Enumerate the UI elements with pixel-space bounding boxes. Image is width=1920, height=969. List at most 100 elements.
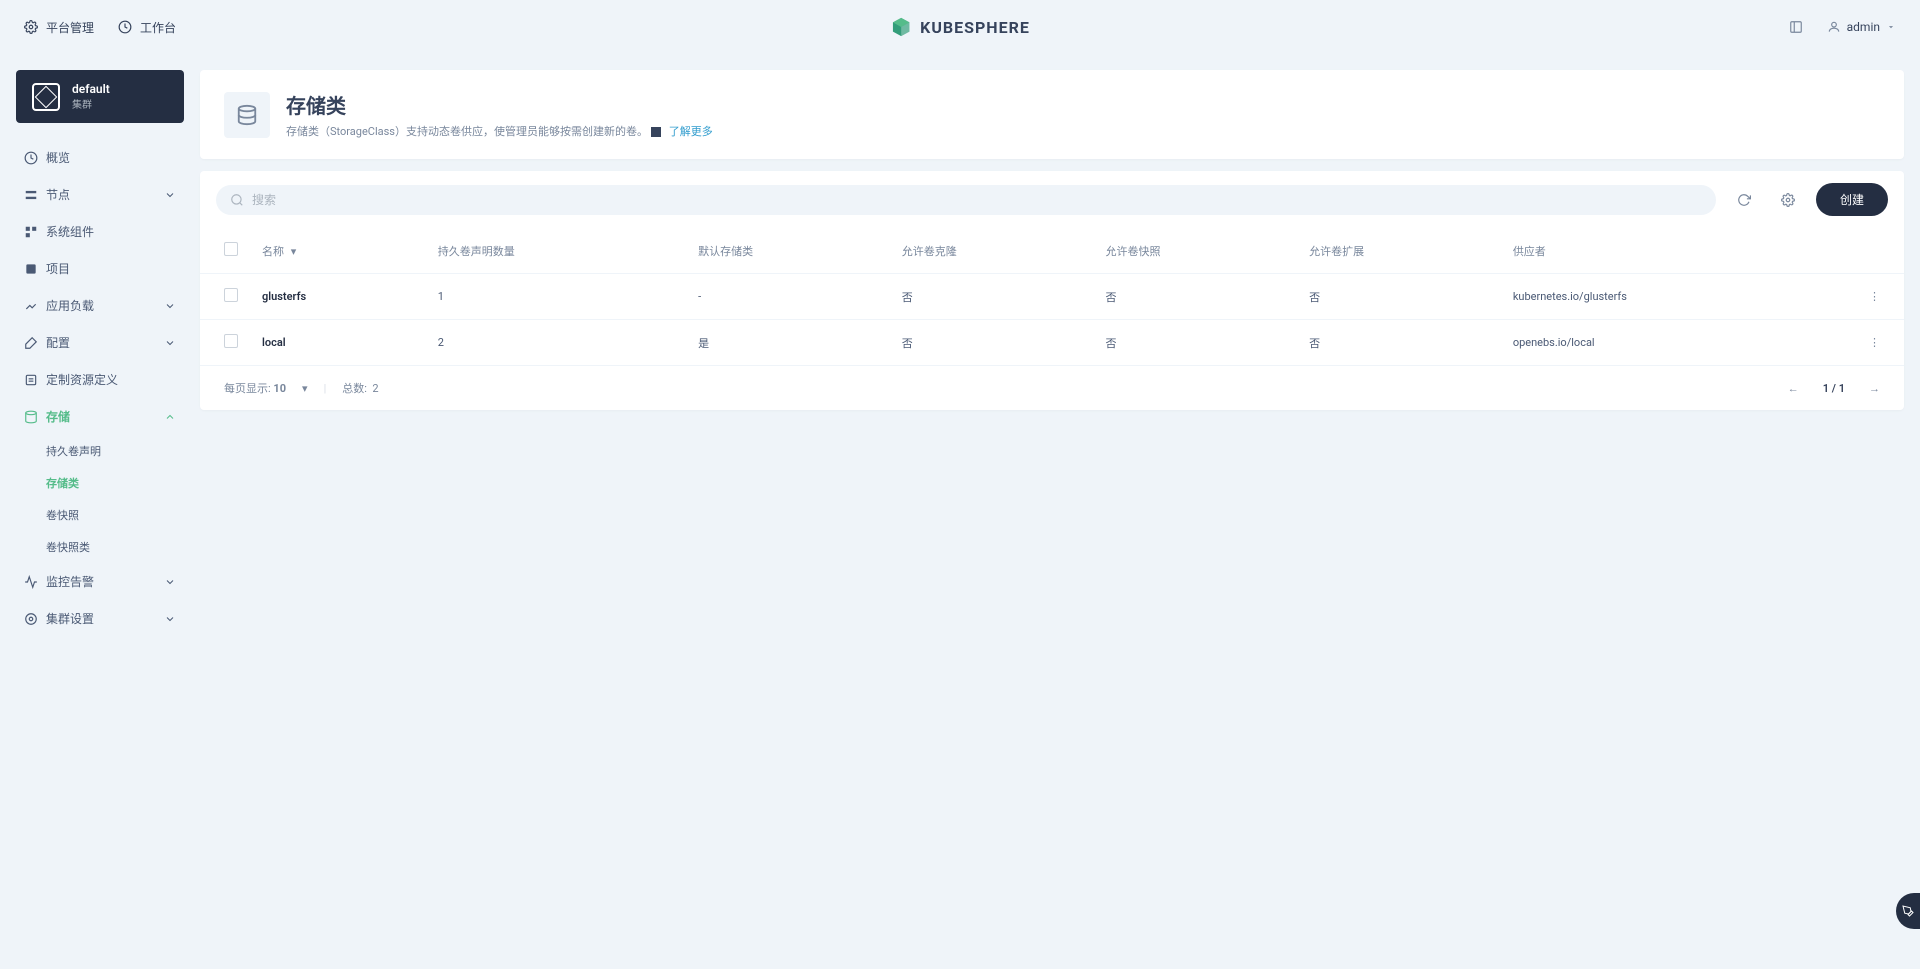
refresh-button[interactable] — [1728, 184, 1760, 216]
th-allow-clone: 允许卷克隆 — [890, 228, 1094, 274]
nav-storage-label: 存储 — [46, 408, 70, 425]
doc-icon — [651, 127, 661, 137]
cluster-name: default — [72, 82, 110, 96]
search-input[interactable] — [252, 193, 1702, 207]
th-pvc-count: 持久卷声明数量 — [426, 228, 686, 274]
select-all-checkbox[interactable] — [224, 242, 238, 256]
row-provisioner: openebs.io/local — [1501, 320, 1857, 366]
cluster-type: 集群 — [72, 96, 110, 111]
nav-overview[interactable]: 概览 — [16, 139, 184, 176]
table-row: glusterfs 1 - 否 否 否 kubernetes.io/gluste… — [200, 274, 1904, 320]
row-default-sc: 是 — [686, 320, 890, 366]
main-content: 存储类 存储类（StorageClass）支持动态卷供应，使管理员能够按需创建新… — [200, 54, 1920, 653]
cluster-icon — [32, 83, 60, 111]
row-allow-expand: 否 — [1297, 274, 1501, 320]
table-header-row: 名称 ▾ 持久卷声明数量 默认存储类 允许卷克隆 允许卷快照 允许卷扩展 供应者 — [200, 228, 1904, 274]
settings-button[interactable] — [1772, 184, 1804, 216]
top-header: 平台管理 工作台 KUBESPHERE admin — [0, 0, 1920, 54]
row-checkbox[interactable] — [224, 334, 238, 348]
row-default-sc: - — [686, 274, 890, 320]
user-icon — [1827, 20, 1841, 34]
learn-more-link[interactable]: 了解更多 — [669, 125, 713, 138]
nav-system-components-label: 系统组件 — [46, 223, 94, 240]
page-info: 1 / 1 — [1823, 382, 1845, 395]
platform-management-label: 平台管理 — [46, 19, 94, 36]
nav-nodes-label: 节点 — [46, 186, 70, 203]
chevron-down-icon — [164, 576, 176, 588]
table-toolbar: 创建 — [200, 171, 1904, 228]
total-text: 总数: 2 — [342, 380, 378, 396]
storage-class-table: 名称 ▾ 持久卷声明数量 默认存储类 允许卷克隆 允许卷快照 允许卷扩展 供应者… — [200, 228, 1904, 366]
row-pvc-count: 2 — [426, 320, 686, 366]
header-left: 平台管理 工作台 — [24, 19, 176, 36]
overview-icon — [24, 151, 38, 165]
page-icon-wrap — [224, 92, 270, 138]
nav-nodes[interactable]: 节点 — [16, 176, 184, 213]
sidebar: default 集群 概览 节点 系统组件 项目 应用负载 — [0, 54, 200, 653]
row-name[interactable]: glusterfs — [262, 290, 306, 303]
feedback-tab[interactable] — [1896, 893, 1920, 929]
nav-crd[interactable]: 定制资源定义 — [16, 361, 184, 398]
monitoring-icon — [24, 575, 38, 589]
kubesphere-icon — [890, 16, 912, 38]
row-checkbox[interactable] — [224, 288, 238, 302]
table-row: local 2 是 否 否 否 openebs.io/local ⋮ — [200, 320, 1904, 366]
nav-storage-sub: 持久卷声明 存储类 卷快照 卷快照类 — [16, 435, 184, 563]
row-more-button[interactable]: ⋮ — [1869, 336, 1880, 349]
pencil-icon — [1902, 905, 1914, 917]
th-allow-expand: 允许卷扩展 — [1297, 228, 1501, 274]
search-wrap — [216, 185, 1716, 215]
page-description-text: 存储类（StorageClass）支持动态卷供应，使管理员能够按需创建新的卷。 — [286, 125, 648, 138]
nav-volume-snapshot-label: 卷快照 — [46, 507, 79, 523]
nav-monitoring[interactable]: 监控告警 — [16, 563, 184, 600]
create-button[interactable]: 创建 — [1816, 183, 1888, 216]
nav-volume-snapshot-class-label: 卷快照类 — [46, 539, 90, 555]
platform-management-link[interactable]: 平台管理 — [24, 19, 94, 36]
table-card: 创建 名称 ▾ 持久卷声明数量 默认存储类 允许卷克隆 允许卷快照 允许卷扩 — [200, 171, 1904, 410]
settings-icon — [24, 612, 38, 626]
workbench-label: 工作台 — [140, 19, 176, 36]
nav-projects-label: 项目 — [46, 260, 70, 277]
nav-pvc-label: 持久卷声明 — [46, 443, 101, 459]
per-page-text: 每页显示: 10 — [224, 380, 286, 396]
dashboard-icon — [118, 20, 132, 34]
row-pvc-count: 1 — [426, 274, 686, 320]
nav-volume-snapshot[interactable]: 卷快照 — [38, 499, 184, 531]
row-more-button[interactable]: ⋮ — [1869, 290, 1880, 303]
search-icon — [230, 193, 244, 207]
nav-config[interactable]: 配置 — [16, 324, 184, 361]
logo-text: KUBESPHERE — [920, 18, 1030, 37]
nav-monitoring-label: 监控告警 — [46, 573, 94, 590]
projects-icon — [24, 262, 38, 276]
prev-page-button[interactable]: ← — [1788, 382, 1799, 395]
database-icon — [236, 104, 258, 126]
nav-projects[interactable]: 项目 — [16, 250, 184, 287]
row-allow-expand: 否 — [1297, 320, 1501, 366]
nav-storage-class[interactable]: 存储类 — [38, 467, 184, 499]
workbench-link[interactable]: 工作台 — [118, 19, 176, 36]
nodes-icon — [24, 188, 38, 202]
user-menu[interactable]: admin — [1827, 20, 1896, 34]
logs-icon[interactable] — [1789, 20, 1803, 34]
next-page-button[interactable]: → — [1869, 382, 1880, 395]
nav-app-workloads-label: 应用负载 — [46, 297, 94, 314]
per-page-dropdown[interactable]: ▾ — [302, 382, 308, 395]
workloads-icon — [24, 299, 38, 313]
nav-pvc[interactable]: 持久卷声明 — [38, 435, 184, 467]
nav-cluster-settings[interactable]: 集群设置 — [16, 600, 184, 637]
row-allow-snapshot: 否 — [1093, 320, 1297, 366]
row-name[interactable]: local — [262, 336, 286, 349]
nav-storage[interactable]: 存储 — [16, 398, 184, 435]
chevron-down-icon — [164, 337, 176, 349]
th-default-sc: 默认存储类 — [686, 228, 890, 274]
th-name[interactable]: 名称 ▾ — [250, 228, 426, 274]
nav-app-workloads[interactable]: 应用负载 — [16, 287, 184, 324]
components-icon — [24, 225, 38, 239]
nav-volume-snapshot-class[interactable]: 卷快照类 — [38, 531, 184, 563]
nav-system-components[interactable]: 系统组件 — [16, 213, 184, 250]
logo[interactable]: KUBESPHERE — [890, 16, 1030, 38]
cluster-card[interactable]: default 集群 — [16, 70, 184, 123]
nav-config-label: 配置 — [46, 334, 70, 351]
username-label: admin — [1847, 20, 1880, 34]
caret-down-icon — [1886, 22, 1896, 32]
